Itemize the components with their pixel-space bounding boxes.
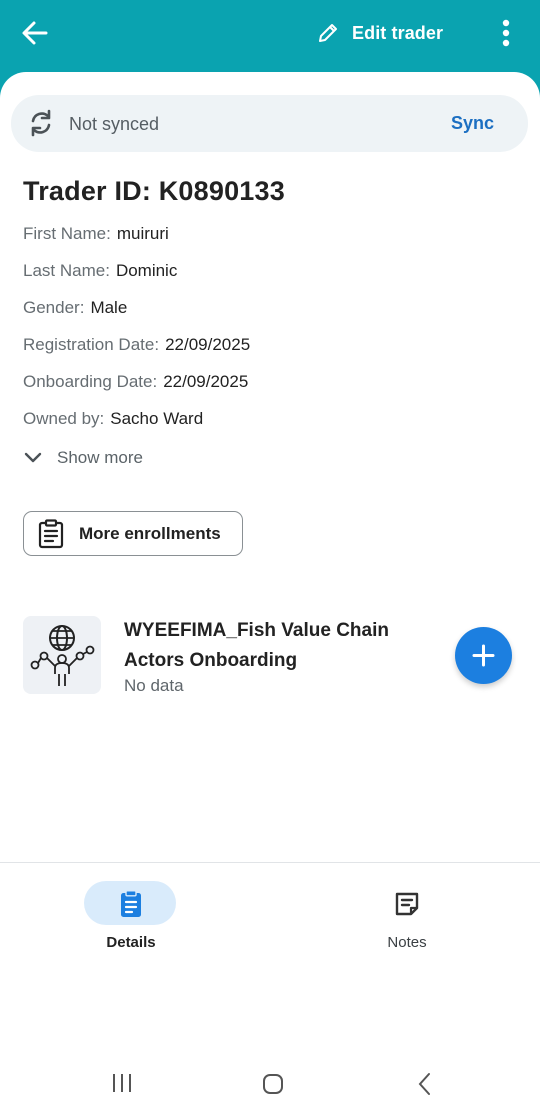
first-name-row: First Name: muiruri [23,224,169,244]
last-name-row: Last Name: Dominic [23,261,177,281]
bottom-navigation: Details Notes [0,862,540,957]
registration-date-row: Registration Date: 22/09/2025 [23,335,250,355]
last-name-value: Dominic [115,261,178,280]
show-more-toggle[interactable]: Show more [23,448,143,468]
more-enrollments-button[interactable]: More enrollments [23,511,243,556]
first-name-label: First Name: [23,224,111,243]
gender-value: Male [90,298,128,317]
onboarding-date-label: Onboarding Date: [23,372,158,391]
nav-label-details: Details [106,934,156,951]
nav-item-notes[interactable]: Notes [327,863,487,958]
home-icon[interactable] [262,1073,284,1095]
owned-by-label: Owned by: [23,409,105,428]
plus-icon [472,644,495,667]
owned-by-value: Sacho Ward [110,409,204,428]
sync-icon [31,109,51,137]
system-navigation-bar [0,1050,540,1115]
sync-banner: Not synced Sync [11,95,528,152]
edit-trader-label: Edit trader [352,22,444,43]
program-title: WYEEFIMA_Fish Value Chain Actors Onboard… [124,620,389,671]
back-button[interactable] [18,16,52,50]
owned-by-row: Owned by: Sacho Ward [23,409,203,429]
program-subtitle: No data [124,676,184,695]
registration-date-label: Registration Date: [23,335,160,354]
chevron-down-icon [24,452,42,463]
program-card[interactable]: WYEEFIMA_Fish Value Chain Actors Onboard… [23,616,513,696]
gender-row: Gender: Male [23,298,127,318]
content-sheet: Not synced Sync Trader ID: K0890133 Firs… [0,72,540,1115]
sync-button[interactable]: Sync [451,113,494,134]
onboarding-date-row: Onboarding Date: 22/09/2025 [23,372,248,392]
program-thumbnail [23,616,101,694]
edit-trader-button[interactable]: Edit trader [316,16,443,50]
arrow-left-icon [22,21,48,45]
gender-label: Gender: [23,298,85,317]
app-header: Edit trader [0,0,540,72]
more-enrollments-label: More enrollments [79,523,221,543]
last-name-label: Last Name: [23,261,110,280]
sync-status: Not synced [69,114,160,134]
first-name-value: muiruri [116,224,169,243]
system-back-icon[interactable] [417,1072,433,1096]
more-options-button[interactable] [494,16,518,50]
show-more-label: Show more [57,448,143,467]
add-button[interactable] [455,627,512,684]
trader-id-title: Trader ID: K0890133 [23,176,285,206]
clipboard-icon [121,890,141,917]
pencil-icon [319,24,337,42]
recent-apps-icon[interactable] [111,1072,133,1094]
network-globe-person-icon [30,625,95,686]
registration-date-value: 22/09/2025 [165,335,251,354]
more-vert-icon [502,19,510,47]
note-icon [395,892,419,916]
onboarding-date-value: 22/09/2025 [163,372,249,391]
nav-label-notes: Notes [387,934,427,951]
nav-item-details[interactable]: Details [51,863,211,958]
clipboard-list-icon [38,518,64,548]
